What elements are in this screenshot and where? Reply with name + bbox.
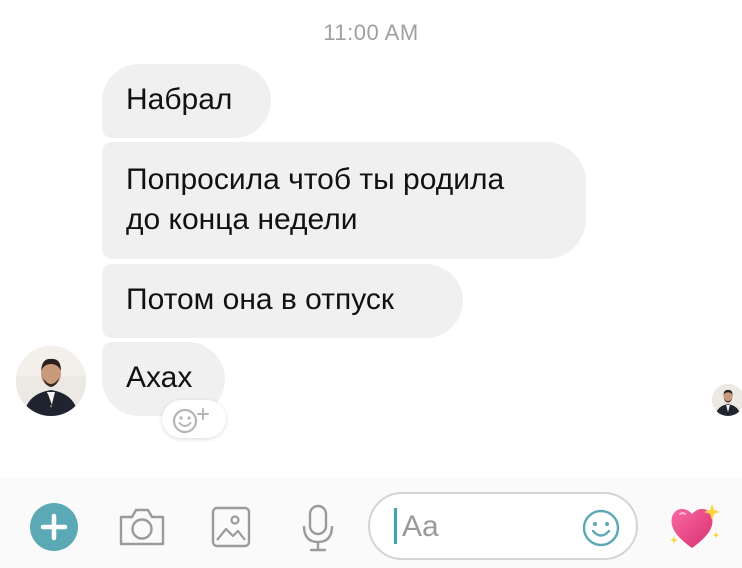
message-bubble[interactable]: Набрал [102,64,271,138]
message-text: Набрал [126,83,233,116]
person-photo-icon [16,346,86,416]
add-reaction-button[interactable] [162,400,226,438]
message-bubble[interactable]: Потом она в отпуск [102,264,463,338]
message-input-placeholder: Aa [402,510,439,543]
microphone-icon [302,504,334,552]
message-text: Потом она в отпуск [126,283,394,316]
person-photo-icon [712,384,742,416]
add-reaction-icon [172,408,209,434]
sparkling-heart-icon [670,504,720,548]
message-text: Ахах [126,361,193,394]
message-timestamp: 11:00 AM [323,20,419,45]
message-input[interactable]: Aa [368,492,638,560]
image-button[interactable] [210,505,252,554]
image-icon [211,506,251,548]
emoji-button[interactable] [582,509,620,552]
camera-button[interactable] [117,505,167,554]
add-button[interactable] [30,503,78,556]
message-line: до конца недели [126,203,358,236]
message-line: Попросила чтоб ты родила [126,163,505,196]
like-button[interactable] [668,502,720,557]
camera-icon [119,508,165,546]
message-bubble[interactable]: Попросила чтоб ты родила до конца недели [102,142,586,259]
emoji-icon [582,509,620,547]
read-receipt-avatar [712,384,742,416]
microphone-button[interactable] [300,503,336,558]
text-caret [394,508,397,544]
sender-avatar[interactable] [16,346,86,416]
plus-icon [30,503,78,551]
